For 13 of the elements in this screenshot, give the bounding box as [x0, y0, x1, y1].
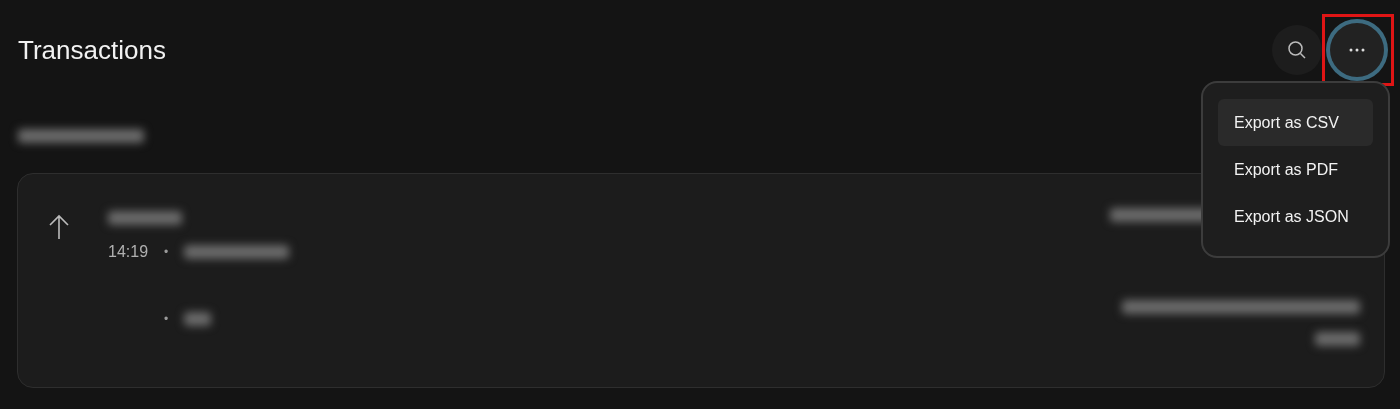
menu-item[interactable]: Export as CSV: [1218, 99, 1373, 146]
bullet-separator: •: [164, 311, 169, 328]
search-icon: [1287, 40, 1307, 60]
search-button[interactable]: [1272, 25, 1322, 75]
more-button[interactable]: [1330, 23, 1384, 77]
transaction-time: 14:19: [108, 242, 149, 262]
menu-item[interactable]: Export as JSON: [1218, 193, 1373, 240]
more-icon: [1349, 48, 1365, 52]
redacted-text: [1315, 332, 1360, 346]
menu-item[interactable]: Export as PDF: [1218, 146, 1373, 193]
page-title: Transactions: [18, 33, 166, 67]
redacted-text: [184, 312, 212, 326]
bullet-separator: •: [164, 244, 169, 261]
